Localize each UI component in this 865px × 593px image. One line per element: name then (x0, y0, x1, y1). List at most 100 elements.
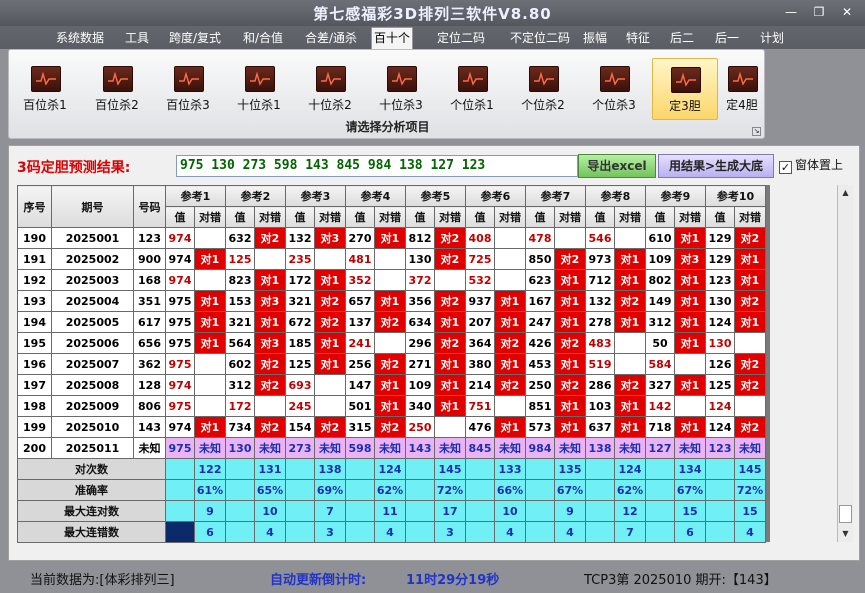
header-ref-9: 参考9 (645, 185, 706, 207)
menu-item-5[interactable]: 百十个 (371, 27, 413, 49)
header-judge: 对错 (254, 206, 286, 228)
close-icon[interactable]: ✕ (836, 4, 858, 20)
table-row[interactable]: 197 2025008 128 974 312 对2 693 147 对1 109 对1 214 对2 2… (17, 374, 766, 396)
ref-judge-cell (194, 227, 226, 249)
window-ontop-checkbox[interactable]: ✓ 窗体置上 (779, 156, 843, 174)
stat-spacer (405, 521, 435, 543)
ref-judge-cell: 对1 (734, 248, 766, 270)
ref-judge-cell: 对2 (554, 332, 586, 354)
ref-judge-cell: 对1 (554, 395, 586, 417)
ref-value-cell: 610 (645, 227, 675, 249)
header-ref-7: 参考7 (525, 185, 586, 207)
ref-value-cell: 623 (525, 269, 555, 291)
stat-value: 67% (554, 479, 586, 501)
ref-judge-cell: 对2 (434, 290, 466, 312)
ref-judge-cell: 对2 (314, 311, 346, 333)
ref-judge-cell (494, 395, 526, 417)
ref-value-cell: 573 (525, 416, 555, 438)
ref-judge-cell: 对2 (494, 332, 526, 354)
table-row[interactable]: 193 2025004 351 975 对1 153 对3 321 对2 657 对1 356 对2 93… (17, 290, 766, 312)
stat-value: 135 (554, 458, 586, 480)
ref-judge-cell: 对1 (674, 227, 706, 249)
scroll-thumb[interactable] (839, 505, 852, 523)
menu-item-10[interactable]: 后二 (668, 28, 696, 48)
row-period: 2025002 (51, 248, 134, 270)
menu-item-7[interactable]: 不定位二码 (508, 28, 572, 48)
header-ref-4: 参考4 (345, 185, 406, 207)
ribbon-button-3[interactable]: 十位杀1 (227, 58, 293, 120)
menu-item-9[interactable]: 特征 (624, 28, 652, 48)
scroll-down-icon[interactable]: ▼ (838, 526, 853, 542)
pred-judge-cell: 未知 (554, 437, 586, 459)
prediction-row[interactable]: 200 2025011 未知 975 未知 130 未知 273 未知 598 未知 143 未知 845… (17, 437, 766, 459)
menu-item-3[interactable]: 和/合值 (240, 28, 286, 48)
ribbon-button-label: 个位杀2 (521, 98, 565, 112)
ribbon-button-7[interactable]: 个位杀2 (511, 58, 577, 120)
stat-spacer (465, 500, 495, 522)
stat-spacer (165, 458, 195, 480)
checkbox-icon[interactable]: ✓ (779, 161, 792, 174)
ref-judge-cell: 对2 (734, 416, 766, 438)
stat-value: 17 (434, 500, 466, 522)
table-row[interactable]: 192 2025003 168 974 823 对1 172 对1 352 372 532 623 对1… (17, 269, 766, 291)
export-excel-button[interactable]: 导出excel (578, 154, 656, 178)
ribbon-button-10[interactable]: 定4胆 (715, 58, 771, 120)
ref-value-cell: 632 (225, 227, 255, 249)
chart-icon (103, 66, 133, 92)
ref-judge-cell: 对1 (254, 311, 286, 333)
ribbon-button-1[interactable]: 百位杀2 (85, 58, 151, 120)
ref-value-cell: 725 (465, 248, 495, 270)
chart-icon (600, 66, 630, 92)
ribbon-button-6[interactable]: 个位杀1 (440, 58, 506, 120)
stat-spacer (465, 521, 495, 543)
table-row[interactable]: 199 2025010 143 974 对1 734 对2 154 对2 315 对2 250 476 对… (17, 416, 766, 438)
chart-icon (174, 66, 204, 92)
menu-item-12[interactable]: 计划 (758, 28, 786, 48)
ribbon-button-4[interactable]: 十位杀2 (298, 58, 364, 120)
dialog-launcher-icon[interactable]: ↘ (752, 127, 761, 136)
ribbon-button-2[interactable]: 百位杀3 (156, 58, 222, 120)
menu-item-4[interactable]: 合差/通杀 (302, 28, 360, 48)
menu-item-8[interactable]: 振幅 (581, 28, 609, 48)
ref-value-cell: 50 (645, 332, 675, 354)
stat-value: 61% (194, 479, 226, 501)
ref-value-cell: 172 (225, 395, 255, 417)
prediction-result-field[interactable]: 975 130 273 598 143 845 984 138 127 123 (176, 155, 578, 177)
row-period: 2025007 (51, 353, 134, 375)
ref-judge-cell: 对2 (434, 227, 466, 249)
menu-item-11[interactable]: 后一 (713, 28, 741, 48)
ref-judge-cell: 对2 (314, 290, 346, 312)
stat-spacer (225, 500, 255, 522)
menu-item-2[interactable]: 跨度/复式 (166, 28, 224, 48)
stat-value: 72% (434, 479, 466, 501)
menu-item-1[interactable]: 工具 (122, 28, 152, 48)
ref-value-cell: 481 (345, 248, 375, 270)
scroll-up-icon[interactable]: ▲ (838, 185, 853, 201)
restore-icon[interactable]: ❐ (808, 4, 830, 20)
ref-value-cell: 109 (645, 248, 675, 270)
countdown-value: 11时29分19秒 (406, 573, 500, 588)
stat-spacer (585, 479, 615, 501)
table-row[interactable]: 198 2025009 806 975 172 245 501 对1 340 对1 751 851 对1… (17, 395, 766, 417)
generate-base-button[interactable]: 用结果>生成大底 (658, 154, 774, 178)
table-row[interactable]: 190 2025001 123 974 632 对2 132 对3 270 对1 812 对2 408 4… (17, 227, 766, 249)
table-row[interactable]: 195 2025006 656 975 对1 564 对3 185 对1 241 296 对2 364 对… (17, 332, 766, 354)
stat-value: 6 (194, 521, 226, 543)
table-row[interactable]: 191 2025002 900 974 对1 125 235 481 130 对2 725 850 对2… (17, 248, 766, 270)
minimize-icon[interactable]: — (780, 4, 802, 20)
menu-item-6[interactable]: 定位二码 (432, 28, 490, 48)
table-row[interactable]: 194 2025005 617 975 对1 321 对1 672 对2 137 对2 634 对1 20… (17, 311, 766, 333)
ref-judge-cell: 对1 (614, 416, 646, 438)
ref-value-cell: 312 (225, 374, 255, 396)
table-row[interactable]: 196 2025007 362 975 602 对2 125 对1 256 对2 271 对1 380 对… (17, 353, 766, 375)
vertical-scrollbar[interactable]: ▲ ▼ (837, 185, 853, 542)
ref-judge-cell (374, 332, 406, 354)
ribbon-button-9[interactable]: 定3胆 (652, 58, 718, 120)
ribbon-button-0[interactable]: 百位杀1 (13, 58, 79, 120)
ref-value-cell: 718 (645, 416, 675, 438)
ref-value-cell: 532 (465, 269, 495, 291)
ribbon-button-8[interactable]: 个位杀3 (582, 58, 648, 120)
ribbon-button-5[interactable]: 十位杀3 (369, 58, 435, 120)
menu-item-0[interactable]: 系统数据 (55, 28, 105, 48)
stat-label: 准确率 (17, 479, 166, 501)
